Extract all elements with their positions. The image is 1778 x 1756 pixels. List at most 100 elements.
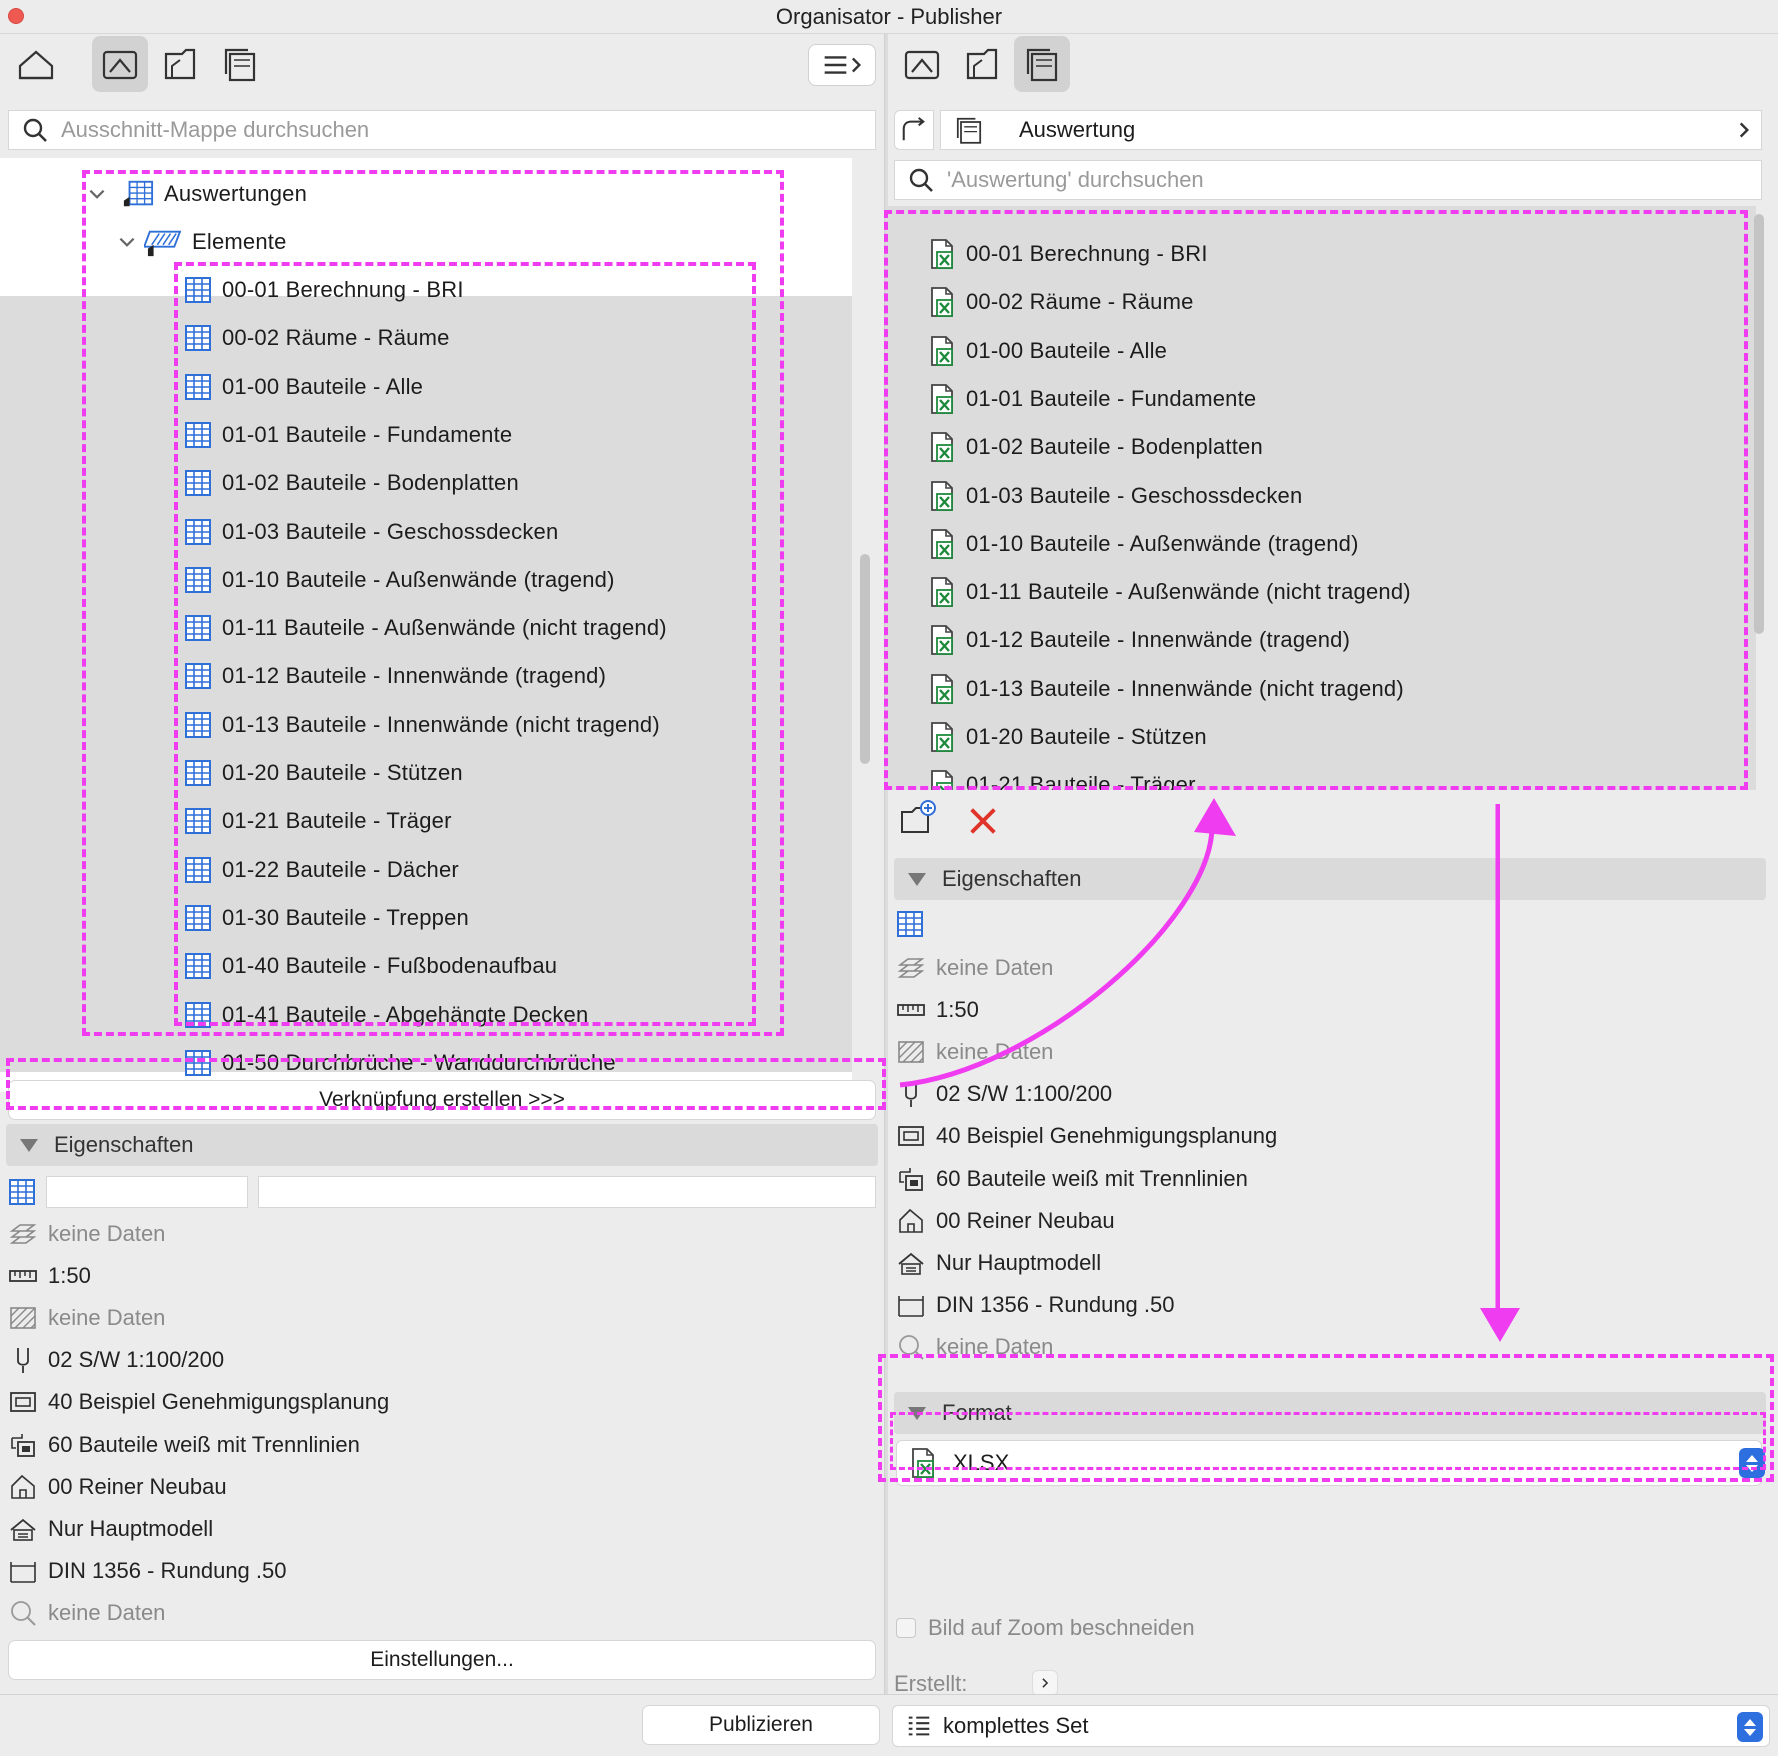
view-map-button[interactable] — [92, 36, 148, 92]
list-item[interactable]: 01-21 Bauteile - Träger — [928, 761, 1196, 790]
xlsx-file-icon — [928, 575, 956, 609]
property-row: 60 Bauteile weiß mit Trennlinien — [8, 1425, 360, 1465]
disclosure-triangle-icon — [20, 1138, 38, 1152]
xlsx-file-icon — [928, 623, 956, 657]
schedule-icon — [184, 904, 212, 932]
hatch-icon — [896, 1037, 926, 1067]
publish-set-select[interactable]: komplettes Set — [892, 1705, 1770, 1747]
pen-icon — [896, 1079, 926, 1109]
list-item[interactable]: 01-00 Bauteile - Alle — [928, 327, 1167, 375]
create-link-button[interactable]: Verknüpfung erstellen >>> — [8, 1080, 876, 1120]
zoom-icon — [896, 1332, 926, 1362]
list-item[interactable]: 01-02 Bauteile - Bodenplatten — [184, 459, 519, 507]
publish-button[interactable]: Publizieren — [642, 1705, 880, 1745]
schedule-icon — [184, 856, 212, 884]
list-item[interactable]: 00-01 Berechnung - BRI — [928, 230, 1208, 278]
publisher-sets-button[interactable] — [212, 36, 268, 92]
list-item[interactable]: 01-11 Bauteile - Außenwände (nicht trage… — [928, 568, 1411, 616]
property-row: keine Daten — [896, 1032, 1053, 1072]
property-value: keine Daten — [48, 1599, 166, 1625]
hatch-icon — [8, 1303, 38, 1333]
tree-group-row[interactable]: Auswertungen — [86, 170, 307, 218]
right-publisher-sets-button[interactable] — [1014, 36, 1070, 92]
right-view-map-button[interactable] — [894, 36, 950, 92]
property-row: keine Daten — [896, 948, 1053, 988]
list-item-label: 01-02 Bauteile - Bodenplatten — [966, 434, 1263, 460]
crop-checkbox[interactable] — [896, 1618, 916, 1638]
search-icon — [907, 166, 935, 194]
list-item[interactable]: 01-11 Bauteile - Außenwände (nicht trage… — [184, 604, 667, 652]
list-item[interactable]: 01-01 Bauteile - Fundamente — [184, 411, 512, 459]
project-map-button[interactable] — [8, 36, 64, 92]
delete-button[interactable] — [966, 804, 1000, 838]
chevron-down-icon[interactable] — [116, 231, 138, 253]
list-item[interactable]: 01-10 Bauteile - Außenwände (tragend) — [184, 556, 615, 604]
right-properties-header[interactable]: Eigenschaften — [894, 858, 1766, 900]
list-item[interactable]: 01-10 Bauteile - Außenwände (tragend) — [928, 520, 1359, 568]
view-map-icon — [100, 44, 140, 84]
list-item[interactable]: 01-41 Bauteile - Abgehängte Decken — [184, 991, 588, 1039]
format-header[interactable]: Format — [894, 1392, 1766, 1434]
xlsx-file-icon — [928, 720, 956, 754]
list-item[interactable]: 01-02 Bauteile - Bodenplatten — [928, 423, 1263, 471]
list-item[interactable]: 01-20 Bauteile - Stützen — [928, 713, 1207, 761]
property-value: 60 Bauteile weiß mit Trennlinien — [936, 1165, 1248, 1191]
tree-subgroup-row[interactable]: Elemente — [116, 218, 287, 266]
table-icon — [896, 910, 924, 938]
chevron-right-icon[interactable] — [1733, 119, 1755, 141]
schedule-icon — [184, 566, 212, 594]
ruler-icon — [8, 1261, 38, 1291]
list-item[interactable]: 01-01 Bauteile - Fundamente — [928, 375, 1256, 423]
schedule-icon — [184, 759, 212, 787]
schedule-icon — [184, 518, 212, 546]
layout-book-button[interactable] — [152, 36, 208, 92]
list-item[interactable]: 00-01 Berechnung - BRI — [184, 266, 464, 314]
left-properties-header[interactable]: Eigenschaften — [6, 1124, 878, 1166]
override-icon — [8, 1430, 38, 1460]
right-scrollbar-thumb[interactable] — [1754, 214, 1764, 634]
list-item[interactable]: 01-13 Bauteile - Innenwände (nicht trage… — [928, 665, 1404, 713]
left-scrollbar-thumb[interactable] — [860, 554, 870, 764]
left-id-field[interactable] — [46, 1176, 248, 1208]
schedule-icon — [184, 614, 212, 642]
xlsx-file-icon — [928, 430, 956, 464]
go-up-button[interactable] — [894, 110, 934, 150]
elements-schedule-icon — [144, 226, 182, 258]
list-item[interactable]: 01-03 Bauteile - Geschossdecken — [928, 472, 1302, 520]
list-item[interactable]: 01-00 Bauteile - Alle — [184, 363, 423, 411]
list-item[interactable]: 01-40 Bauteile - Fußbodenaufbau — [184, 942, 557, 990]
list-item[interactable]: 00-02 Räume - Räume — [184, 314, 450, 362]
list-item[interactable]: 00-02 Räume - Räume — [928, 278, 1194, 326]
list-item[interactable]: 01-20 Bauteile - Stützen — [184, 749, 463, 797]
list-item[interactable]: 01-12 Bauteile - Innenwände (tragend) — [184, 652, 606, 700]
path-label: Auswertung — [1019, 117, 1136, 142]
list-item[interactable]: 01-13 Bauteile - Innenwände (nicht trage… — [184, 701, 660, 749]
new-folder-button[interactable] — [898, 798, 938, 838]
list-item[interactable]: 01-30 Bauteile - Treppen — [184, 894, 469, 942]
list-item[interactable]: 01-12 Bauteile - Innenwände (tragend) — [928, 616, 1350, 664]
tree-subgroup-label: Elemente — [192, 229, 287, 254]
chevron-down-icon[interactable] — [86, 183, 108, 205]
list-item[interactable]: 01-03 Bauteile - Geschossdecken — [184, 508, 558, 556]
settings-button[interactable]: Einstellungen... — [8, 1640, 876, 1680]
select-arrows-icon[interactable] — [1739, 1448, 1765, 1478]
select-arrows-icon[interactable] — [1737, 1712, 1763, 1742]
layers-icon — [8, 1219, 38, 1249]
list-item[interactable]: 01-21 Bauteile - Träger — [184, 797, 452, 845]
format-select[interactable]: XLSX — [896, 1440, 1765, 1486]
options-menu-button[interactable] — [808, 44, 876, 86]
structure-icon — [896, 1248, 926, 1278]
publisher-set-path[interactable]: Auswertung — [940, 110, 1762, 150]
property-row: Nur Hauptmodell — [8, 1509, 213, 1549]
right-search-field[interactable]: 'Auswertung' durchsuchen — [894, 160, 1762, 200]
bottom-bar: Publizieren komplettes Set — [0, 1694, 1778, 1756]
list-item[interactable]: 01-22 Bauteile - Dächer — [184, 846, 459, 894]
crop-to-zoom-row[interactable]: Bild auf Zoom beschneiden — [896, 1608, 1195, 1648]
chevron-right-icon — [1038, 1676, 1052, 1690]
created-info-button[interactable] — [1032, 1670, 1058, 1696]
left-search-field[interactable]: Ausschnitt-Mappe durchsuchen — [8, 110, 876, 150]
left-name-field[interactable] — [258, 1176, 876, 1208]
right-layout-book-button[interactable] — [954, 36, 1010, 92]
publisher-items-list: 00-01 Berechnung - BRI 00-02 Räume - Räum… — [888, 206, 1756, 790]
property-value: 02 S/W 1:100/200 — [48, 1347, 225, 1373]
